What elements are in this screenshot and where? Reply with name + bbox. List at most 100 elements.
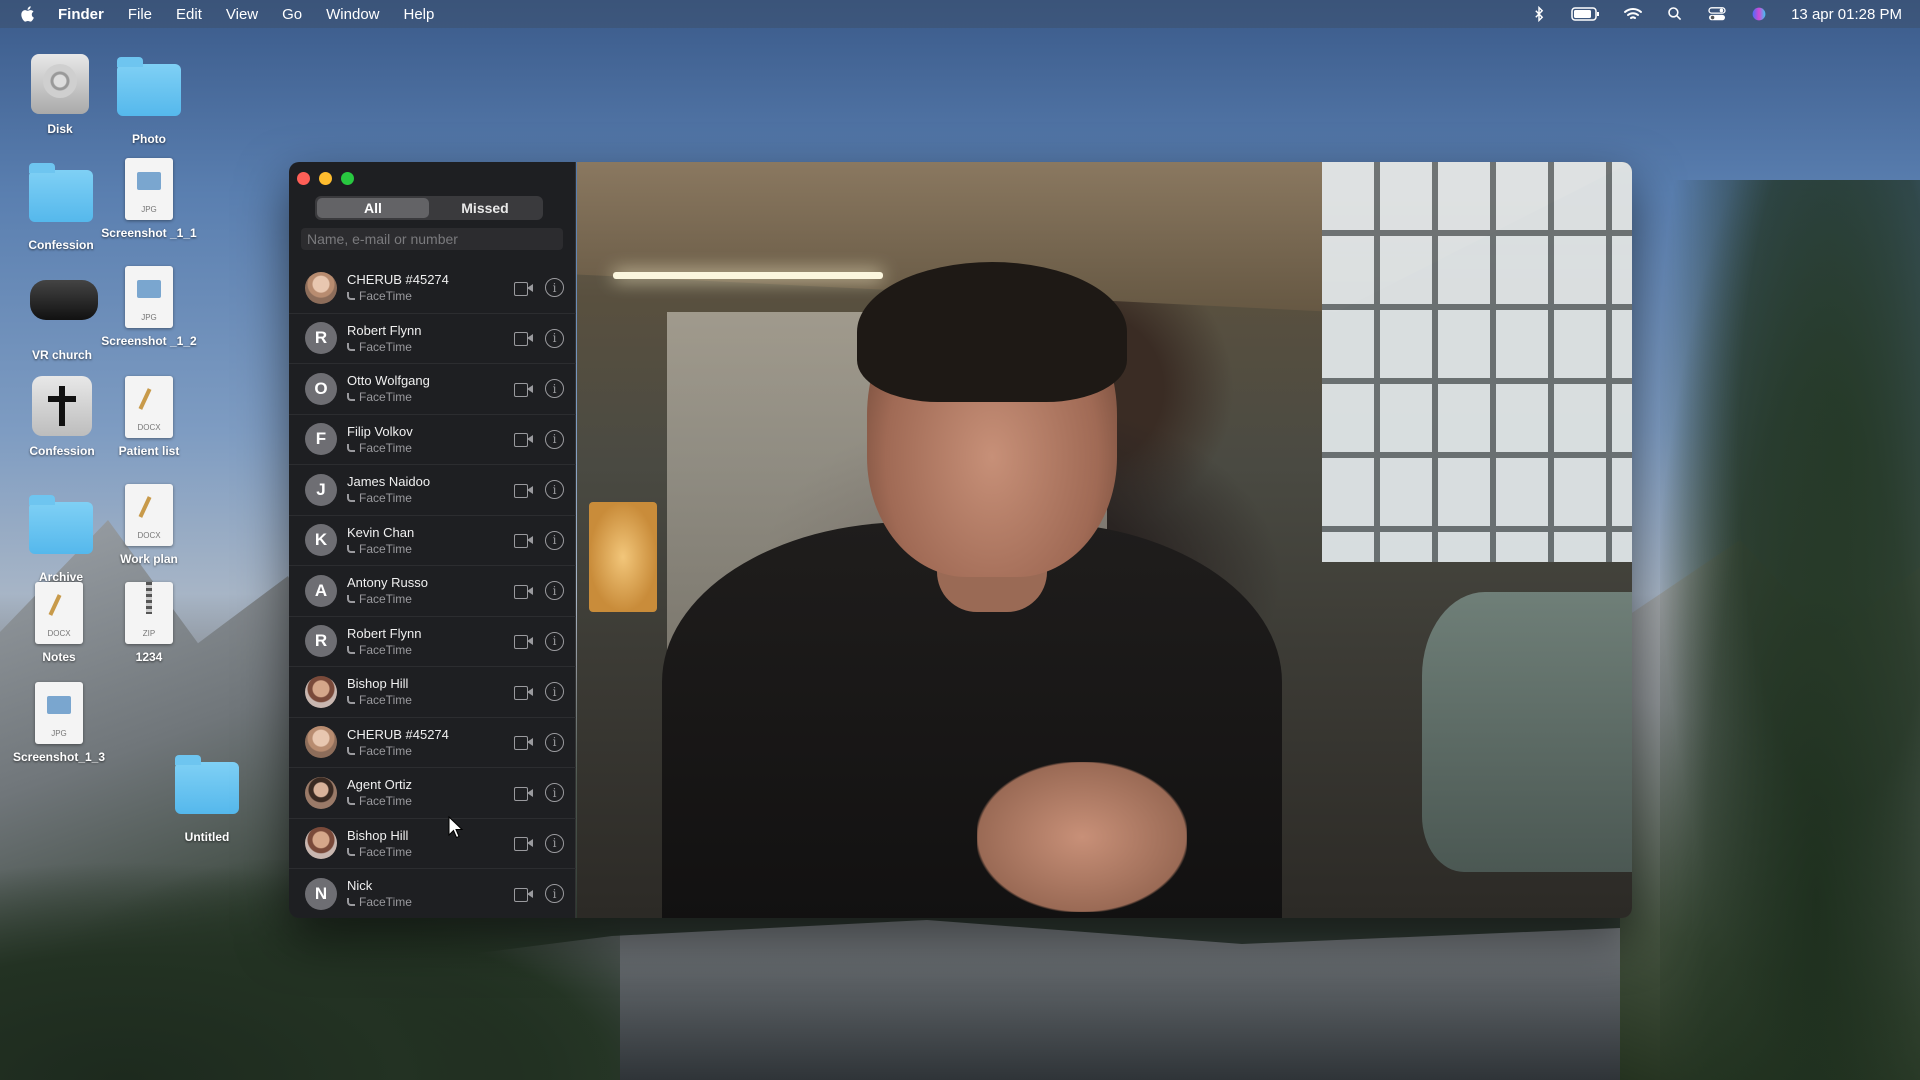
info-icon[interactable]: i	[545, 884, 564, 904]
video-icon[interactable]	[514, 433, 533, 448]
desktop-icon-confession-cross[interactable]: Confession	[12, 376, 112, 458]
info-icon[interactable]: i	[545, 429, 564, 449]
search-icon[interactable]	[1665, 6, 1685, 22]
facetime-sidebar: All Missed CHERUB #45274FaceTimei RRobert…	[289, 162, 576, 918]
call-list-item[interactable]: R Robert Flynn FaceTime i	[289, 314, 576, 364]
call-type: FaceTime	[347, 390, 514, 404]
call-list-item[interactable]: Bishop Hill FaceTime i	[289, 667, 576, 718]
tab-missed[interactable]: Missed	[429, 198, 541, 218]
call-list-item[interactable]: J James Naidoo FaceTime i	[289, 465, 576, 516]
minimize-button[interactable]	[319, 172, 332, 185]
video-icon[interactable]	[514, 534, 533, 549]
call-type-label: FaceTime	[359, 693, 412, 708]
jpg-file-icon: JPG	[125, 158, 173, 220]
control-center-icon[interactable]	[1707, 6, 1727, 22]
info-icon[interactable]: i	[545, 530, 564, 550]
desktop-icon-vr-church[interactable]: VR church	[12, 266, 112, 362]
call-type: FaceTime	[347, 289, 514, 303]
battery-icon[interactable]	[1571, 6, 1601, 22]
menu-window[interactable]: Window	[326, 6, 379, 23]
search-input[interactable]	[301, 228, 563, 250]
call-list-item[interactable]: CHERUB #45274 FaceTime i	[289, 263, 576, 314]
call-type-label: FaceTime	[359, 844, 412, 859]
desktop-icon-patient-list[interactable]: DOCX Patient list	[99, 376, 199, 458]
info-icon[interactable]: i	[545, 480, 564, 500]
info-icon[interactable]: i	[545, 631, 564, 651]
desktop-icon-work-plan[interactable]: DOCX Work plan	[99, 484, 199, 566]
video-icon[interactable]	[514, 281, 533, 296]
row-actions: i	[514, 379, 564, 399]
video-icon[interactable]	[514, 635, 533, 650]
menu-edit[interactable]: Edit	[176, 6, 202, 23]
info-icon[interactable]: i	[545, 833, 564, 853]
desktop-icon-screenshot-1-1[interactable]: JPG Screenshot _1_1	[99, 158, 199, 240]
apple-icon[interactable]	[18, 5, 36, 23]
desktop-icon-photo[interactable]: Photo	[99, 54, 199, 146]
close-button[interactable]	[297, 172, 310, 185]
row-actions: i	[514, 631, 564, 651]
row-actions: i	[514, 278, 564, 298]
bluetooth-icon[interactable]	[1529, 6, 1549, 22]
call-type: FaceTime	[347, 491, 514, 505]
call-list-item[interactable]: N Nick FaceTime i	[289, 869, 576, 918]
info-icon[interactable]: i	[545, 328, 564, 348]
desktop-icon-confession-folder[interactable]: Confession	[11, 160, 111, 252]
siri-icon[interactable]	[1749, 6, 1769, 22]
info-icon[interactable]: i	[545, 682, 564, 702]
call-list-item[interactable]: R Robert Flynn FaceTime i	[289, 617, 576, 667]
recent-calls-list: CHERUB #45274 FaceTime i R Robert Flynn FaceT…	[289, 263, 576, 918]
info-icon[interactable]: i	[545, 278, 564, 298]
menu-clock[interactable]: 13 apr 01:28 PM	[1791, 6, 1902, 23]
video-icon[interactable]	[514, 887, 533, 902]
phone-icon	[347, 292, 355, 301]
row-actions: i	[514, 732, 564, 752]
avatar: N	[305, 877, 337, 910]
call-list-item[interactable]: O Otto Wolfgang FaceTime i	[289, 364, 576, 415]
desktop-icon-label: Screenshot _1_2	[101, 334, 197, 348]
video-icon[interactable]	[514, 584, 533, 599]
call-list-item[interactable]: K Kevin Chan FaceTime i	[289, 516, 576, 566]
info-icon[interactable]: i	[545, 732, 564, 752]
desktop-icon-untitled[interactable]: Untitled	[157, 752, 257, 844]
info-icon[interactable]: i	[545, 379, 564, 399]
desktop-icon-notes[interactable]: DOCX Notes	[9, 582, 109, 664]
desktop-icon-label: Notes	[42, 650, 76, 664]
menu-view[interactable]: View	[226, 6, 258, 23]
desktop-icon-archive[interactable]: Archive	[11, 492, 111, 584]
wifi-icon[interactable]	[1623, 6, 1643, 22]
contact-name: Otto Wolfgang	[347, 373, 430, 389]
call-type-label: FaceTime	[359, 895, 412, 910]
video-call-view[interactable]	[577, 162, 1632, 918]
video-icon[interactable]	[514, 786, 533, 801]
menu-go[interactable]: Go	[282, 6, 302, 23]
video-icon[interactable]	[514, 837, 533, 852]
info-icon[interactable]: i	[545, 783, 564, 803]
menu-file[interactable]: File	[128, 6, 152, 23]
phone-icon	[347, 696, 355, 705]
maximize-button[interactable]	[341, 172, 354, 185]
call-type: FaceTime	[347, 693, 514, 707]
contact-name: Kevin Chan	[347, 524, 415, 540]
menu-help[interactable]: Help	[404, 6, 435, 23]
video-icon[interactable]	[514, 736, 533, 751]
desktop-icon-screenshot-1-2[interactable]: JPG Screenshot _1_2	[99, 266, 199, 348]
call-list-item[interactable]: A Antony Russo FaceTime i	[289, 566, 576, 617]
desktop-icon-disk[interactable]: Disk	[10, 54, 110, 136]
call-list-item[interactable]: CHERUB #45274 FaceTime i	[289, 718, 576, 768]
call-filter-segmented-control: All Missed	[315, 196, 543, 220]
call-list-item[interactable]: F Filip Volkov FaceTime i	[289, 415, 576, 465]
desktop-icon-zip-1234[interactable]: ZIP 1234	[99, 582, 199, 664]
desktop-icon-screenshot-1-3[interactable]: JPG Screenshot_1_3	[9, 682, 109, 764]
video-icon[interactable]	[514, 332, 533, 347]
video-icon[interactable]	[514, 685, 533, 700]
window-controls	[297, 172, 354, 185]
info-icon[interactable]: i	[545, 581, 564, 601]
video-icon[interactable]	[514, 483, 533, 498]
menu-app-name[interactable]: Finder	[58, 6, 104, 23]
desktop-icon-label: Patient list	[118, 444, 180, 458]
row-actions: i	[514, 429, 564, 449]
video-icon[interactable]	[514, 382, 533, 397]
call-list-item[interactable]: Agent Ortiz FaceTime i	[289, 768, 576, 819]
call-list-item[interactable]: Bishop Hill FaceTime i	[289, 819, 576, 869]
tab-all[interactable]: All	[317, 198, 429, 218]
